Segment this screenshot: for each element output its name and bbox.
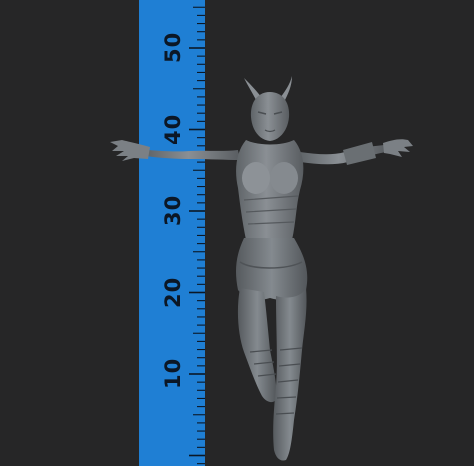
- viewport-3d[interactable]: 10 20 30 40 50: [0, 0, 474, 466]
- figure-left-leg: [237, 288, 277, 403]
- figure-torso: [236, 140, 304, 240]
- figure-model[interactable]: [0, 0, 474, 466]
- figure-right-arm: [300, 139, 413, 165]
- figure-head: [244, 76, 292, 141]
- figure-left-arm: [110, 140, 240, 161]
- figure-right-leg: [273, 288, 307, 461]
